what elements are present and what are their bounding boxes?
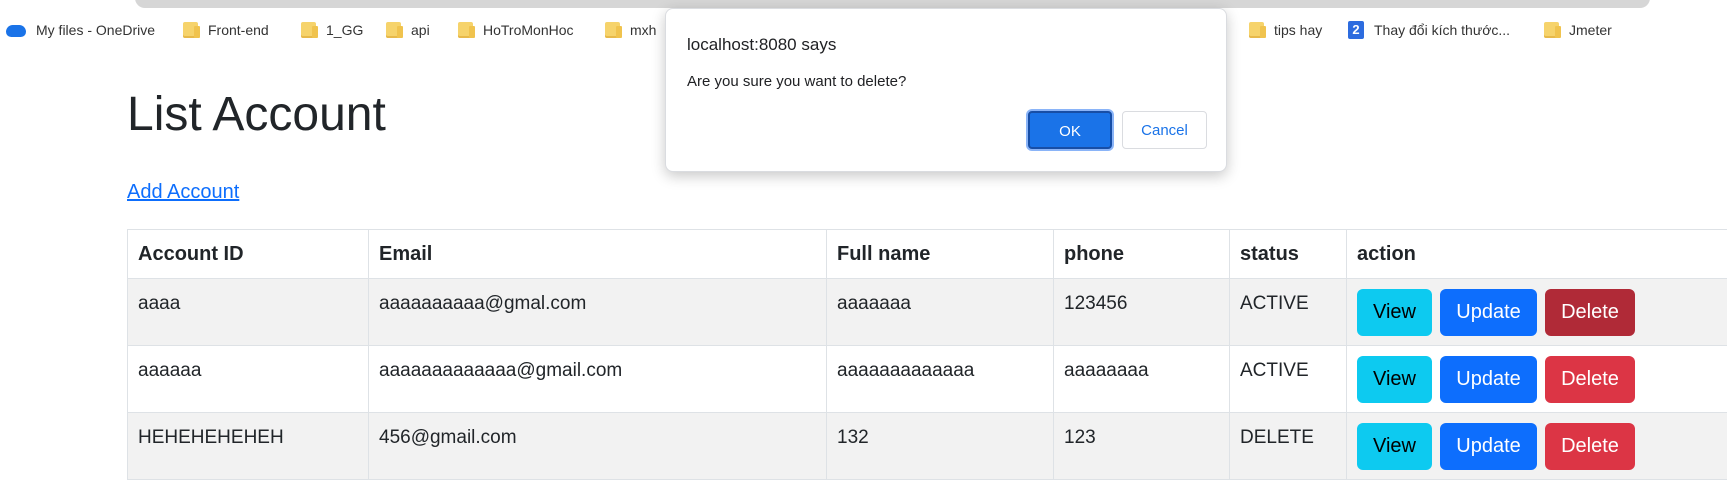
bookmark-label: Thay đổi kích thước... bbox=[1374, 22, 1510, 38]
dialog-message: Are you sure you want to delete? bbox=[687, 73, 906, 90]
folder-icon bbox=[301, 22, 316, 38]
folder-icon bbox=[458, 22, 473, 38]
bookmark-label: HoTroMonHoc bbox=[483, 22, 574, 38]
bookmark-label: My files - OneDrive bbox=[36, 22, 155, 38]
bookmark-thay-doi-kich-thuoc[interactable]: 2 Thay đổi kích thước... bbox=[1348, 20, 1510, 40]
cell-actions: View Update Delete bbox=[1347, 279, 1727, 346]
delete-button[interactable]: Delete bbox=[1545, 356, 1635, 403]
table-header-row: Account ID Email Full name phone status … bbox=[128, 230, 1727, 279]
cell-email: aaaaaaaaaaaaa@gmail.com bbox=[369, 346, 827, 413]
update-button[interactable]: Update bbox=[1440, 356, 1537, 403]
cell-status: ACTIVE bbox=[1230, 279, 1347, 346]
folder-icon bbox=[1249, 22, 1264, 38]
folder-icon bbox=[1544, 22, 1559, 38]
cell-phone: 123 bbox=[1054, 413, 1230, 480]
bookmark-hotromonhoc[interactable]: HoTroMonHoc bbox=[458, 20, 574, 40]
header-full-name: Full name bbox=[827, 230, 1054, 279]
table-row: HEHEHEHEHEH 456@gmail.com 132 123 DELETE… bbox=[128, 413, 1727, 480]
dialog-origin: localhost:8080 says bbox=[687, 35, 836, 55]
header-action: action bbox=[1347, 230, 1727, 279]
cell-phone: aaaaaaaa bbox=[1054, 346, 1230, 413]
bookmark-label: api bbox=[411, 22, 430, 38]
bookmark-jmeter[interactable]: Jmeter bbox=[1544, 20, 1612, 40]
cell-actions: View Update Delete bbox=[1347, 346, 1727, 413]
delete-button[interactable]: Delete bbox=[1545, 289, 1635, 336]
header-phone: phone bbox=[1054, 230, 1230, 279]
folder-icon bbox=[605, 22, 620, 38]
cell-actions: View Update Delete bbox=[1347, 413, 1727, 480]
view-button[interactable]: View bbox=[1357, 356, 1432, 403]
cell-account-id: aaaa bbox=[128, 279, 369, 346]
bookmark-front-end[interactable]: Front-end bbox=[183, 20, 269, 40]
bookmark-label: mxh bbox=[630, 22, 656, 38]
bookmark-api[interactable]: api bbox=[386, 20, 430, 40]
dialog-cancel-button[interactable]: Cancel bbox=[1122, 111, 1207, 149]
table-row: aaaa aaaaaaaaaa@gmal.com aaaaaaa 123456 … bbox=[128, 279, 1727, 346]
dialog-ok-button[interactable]: OK bbox=[1028, 111, 1112, 149]
add-account-link[interactable]: Add Account bbox=[127, 181, 239, 204]
cell-full-name: 132 bbox=[827, 413, 1054, 480]
cell-account-id: HEHEHEHEHEH bbox=[128, 413, 369, 480]
confirm-dialog: localhost:8080 says Are you sure you wan… bbox=[665, 8, 1227, 172]
view-button[interactable]: View bbox=[1357, 289, 1432, 336]
update-button[interactable]: Update bbox=[1440, 289, 1537, 336]
folder-icon bbox=[386, 22, 401, 38]
bookmark-label: Jmeter bbox=[1569, 22, 1612, 38]
page-title: List Account bbox=[127, 86, 386, 144]
folder-icon bbox=[183, 22, 198, 38]
onedrive-cloud-icon bbox=[6, 25, 26, 37]
bookmark-onedrive[interactable]: My files - OneDrive bbox=[6, 20, 155, 40]
cell-full-name: aaaaaaaaaaaaa bbox=[827, 346, 1054, 413]
header-email: Email bbox=[369, 230, 827, 279]
cell-status: ACTIVE bbox=[1230, 346, 1347, 413]
bookmark-tips-hay[interactable]: tips hay bbox=[1249, 20, 1322, 40]
bookmark-label: tips hay bbox=[1274, 22, 1322, 38]
cell-full-name: aaaaaaa bbox=[827, 279, 1054, 346]
header-status: status bbox=[1230, 230, 1347, 279]
tab-strip-scrollbar[interactable] bbox=[135, 0, 1650, 8]
bookmark-label: Front-end bbox=[208, 22, 269, 38]
bookmark-label: 1_GG bbox=[326, 22, 363, 38]
cell-email: 456@gmail.com bbox=[369, 413, 827, 480]
cell-account-id: aaaaaa bbox=[128, 346, 369, 413]
accounts-table: Account ID Email Full name phone status … bbox=[127, 229, 1727, 480]
cell-status: DELETE bbox=[1230, 413, 1347, 480]
table-row: aaaaaa aaaaaaaaaaaaa@gmail.com aaaaaaaaa… bbox=[128, 346, 1727, 413]
cell-phone: 123456 bbox=[1054, 279, 1230, 346]
header-account-id: Account ID bbox=[128, 230, 369, 279]
bookmark-mxh[interactable]: mxh bbox=[605, 20, 656, 40]
number-2-site-icon: 2 bbox=[1348, 21, 1364, 39]
cell-email: aaaaaaaaaa@gmal.com bbox=[369, 279, 827, 346]
bookmark-1gg[interactable]: 1_GG bbox=[301, 20, 363, 40]
